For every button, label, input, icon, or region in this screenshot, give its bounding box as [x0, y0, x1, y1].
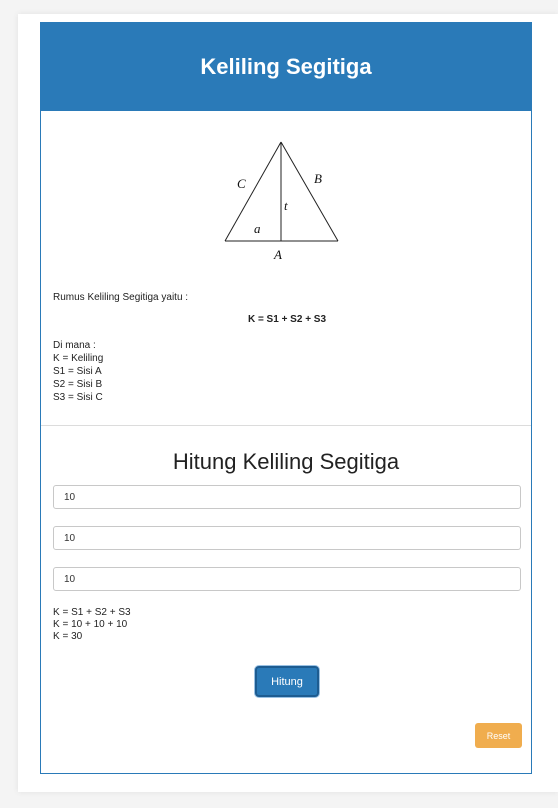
definition-item: S1 = Sisi A: [53, 366, 102, 377]
reset-button[interactable]: Reset: [475, 723, 522, 748]
hitung-button[interactable]: Hitung: [255, 666, 319, 697]
result-line: K = 10 + 10 + 10: [53, 619, 128, 630]
formula-info: Rumus Keliling Segitiga yaitu : K = S1 +…: [53, 291, 521, 404]
side-c-input[interactable]: [53, 567, 521, 591]
card-header: Keliling Segitiga: [41, 23, 531, 111]
where-label: Di mana :: [53, 340, 96, 351]
label-a-big: A: [273, 247, 282, 262]
label-b: B: [314, 171, 322, 186]
label-a-small: a: [254, 221, 261, 236]
side-c-line: [224, 141, 282, 242]
definition-item: K = Keliling: [53, 353, 104, 364]
triangle-diagram: C B t a A: [217, 135, 357, 265]
label-t: t: [284, 198, 288, 213]
main-card: Keliling Segitiga C B t a A Rumus Kelili…: [40, 22, 532, 774]
label-c: C: [237, 176, 246, 191]
result-line: K = S1 + S2 + S3: [53, 607, 131, 618]
formula-intro: Rumus Keliling Segitiga yaitu :: [53, 292, 189, 303]
page-title: Keliling Segitiga: [200, 54, 372, 79]
section-divider: [41, 425, 531, 426]
side-b-line: [280, 141, 339, 242]
side-a-input[interactable]: [53, 485, 521, 509]
definition-item: S3 = Sisi C: [53, 392, 103, 403]
side-b-input[interactable]: [53, 526, 521, 550]
definition-item: S2 = Sisi B: [53, 379, 103, 390]
formula-text: K = S1 + S2 + S3: [247, 314, 327, 325]
calculator-title: Hitung Keliling Segitiga: [172, 449, 400, 474]
result-block: K = S1 + S2 + S3 K = 10 + 10 + 10 K = 30: [53, 607, 353, 643]
result-line: K = 30: [53, 631, 83, 642]
